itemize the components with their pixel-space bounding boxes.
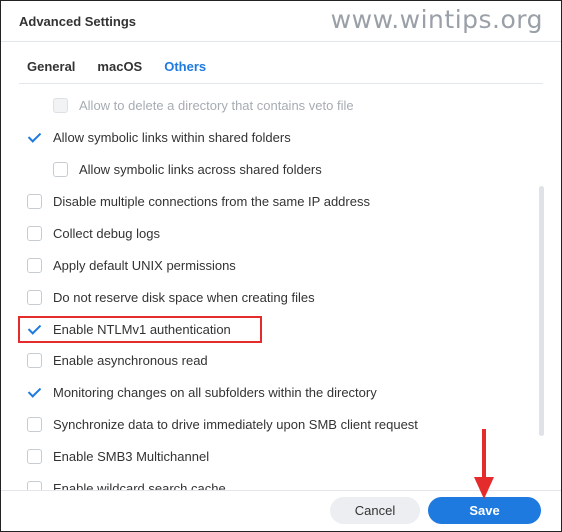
checkbox[interactable] (27, 448, 42, 464)
checkbox[interactable] (27, 257, 42, 273)
option-allow-symlinks-within[interactable]: Allow symbolic links within shared folde… (27, 126, 291, 148)
option-label: Enable asynchronous read (53, 352, 208, 368)
option-wildcard-search-cache[interactable]: Enable wildcard search cache (27, 477, 226, 491)
tabs-divider (19, 83, 543, 84)
option-label: Enable SMB3 Multichannel (53, 448, 210, 464)
option-label: Allow symbolic links within shared folde… (53, 129, 291, 145)
option-no-reserve-disk-space[interactable]: Do not reserve disk space when creating … (27, 286, 315, 308)
option-label: Apply default UNIX permissions (53, 257, 236, 273)
option-default-unix-permissions[interactable]: Apply default UNIX permissions (27, 254, 236, 276)
dialog-title: Advanced Settings (19, 14, 137, 29)
option-label: Disable multiple connections from the sa… (53, 193, 370, 209)
scrollbar[interactable] (539, 186, 544, 436)
option-disable-multiple-connections[interactable]: Disable multiple connections from the sa… (27, 190, 370, 212)
option-label: Allow symbolic links across shared folde… (79, 161, 322, 177)
watermark: www.wintips.org (330, 5, 543, 34)
option-label: Synchronize data to drive immediately up… (53, 416, 418, 432)
option-label: Allow to delete a directory that contain… (79, 97, 354, 113)
checkbox-checked[interactable] (27, 130, 42, 145)
option-label: Do not reserve disk space when creating … (53, 289, 315, 305)
checkbox-checked[interactable] (27, 385, 42, 400)
tab-bar: General macOS Others (27, 59, 206, 74)
option-smb3-multichannel[interactable]: Enable SMB3 Multichannel (27, 445, 209, 467)
highlight-box (18, 316, 262, 343)
option-monitor-subfolders[interactable]: Monitoring changes on all subfolders wit… (27, 381, 377, 403)
checkbox[interactable] (27, 193, 42, 209)
advanced-settings-dialog: Advanced Settings www.wintips.org Genera… (0, 0, 562, 532)
checkbox[interactable] (53, 161, 68, 177)
checkbox[interactable] (27, 352, 42, 368)
checkbox[interactable] (53, 97, 68, 113)
option-allow-delete-veto-dir[interactable]: Allow to delete a directory that contain… (53, 94, 354, 116)
option-allow-symlinks-across[interactable]: Allow symbolic links across shared folde… (53, 158, 322, 180)
option-async-read[interactable]: Enable asynchronous read (27, 349, 208, 371)
checkbox[interactable] (27, 225, 42, 241)
option-label: Monitoring changes on all subfolders wit… (53, 384, 377, 400)
tab-macos[interactable]: macOS (97, 59, 142, 74)
option-label: Collect debug logs (53, 225, 160, 241)
checkbox[interactable] (27, 289, 42, 305)
save-button[interactable]: Save (428, 497, 541, 524)
checkbox[interactable] (27, 416, 42, 432)
option-sync-data[interactable]: Synchronize data to drive immediately up… (27, 413, 418, 435)
tab-others[interactable]: Others (164, 59, 206, 74)
cancel-button[interactable]: Cancel (330, 497, 420, 524)
header-divider (1, 41, 561, 42)
arrow-down-icon (474, 429, 494, 499)
tab-general[interactable]: General (27, 59, 75, 74)
option-collect-debug-logs[interactable]: Collect debug logs (27, 222, 160, 244)
